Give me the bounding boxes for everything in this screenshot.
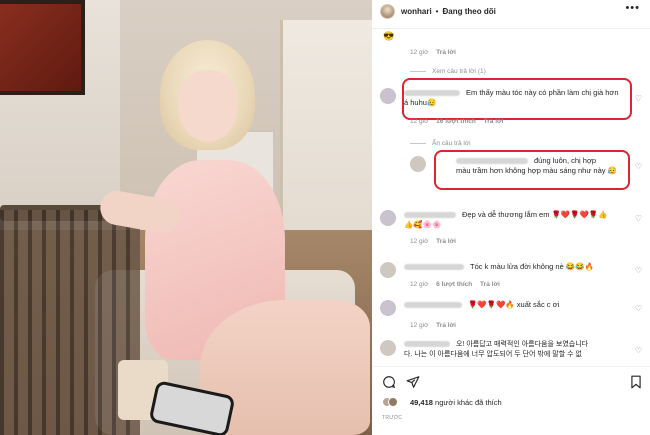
avatar[interactable]: [380, 300, 396, 316]
blurred-username: [404, 212, 456, 219]
comment-icon[interactable]: [382, 375, 396, 389]
likes-suffix: người khác đã thích: [435, 397, 502, 407]
heart-icon[interactable]: ♡: [635, 162, 642, 171]
share-icon[interactable]: [406, 375, 420, 389]
heart-icon[interactable]: ♡: [635, 214, 642, 223]
comment-time: 12 giờ: [410, 118, 429, 125]
post-photo[interactable]: [0, 0, 372, 435]
avatar[interactable]: [410, 156, 426, 172]
reply-link[interactable]: Trả lời: [436, 322, 456, 329]
avatar[interactable]: [380, 3, 395, 19]
comment-body: 오! 아름답고 매력적인 아름다움을 보였습니다 다. 나는 이 아름다움에 너…: [404, 340, 629, 360]
heart-icon[interactable]: ♡: [635, 304, 642, 313]
highlight-box: [434, 150, 630, 190]
comment-meta: 12 giờ 6 lượt thích Trả lời: [410, 281, 500, 288]
comment-body: Tóc k màu lửa đời không nè 😂😂🔥: [404, 262, 624, 272]
comment-meta: 12 giờ 16 lượt thích Trả lời: [410, 118, 503, 125]
photo-face: [178, 70, 238, 142]
comment-time: 12 giờ: [410, 281, 429, 288]
avatar[interactable]: [380, 210, 396, 226]
comment-meta: 12 giờ Trả lời: [410, 49, 456, 56]
comment-text: 🌹❤️🌹❤️🔥 xuất sắc c ơi: [468, 300, 560, 309]
blurred-username: [404, 341, 450, 348]
heart-icon[interactable]: ♡: [635, 94, 642, 103]
hide-replies-toggle[interactable]: Ẩn câu trả lời: [410, 140, 471, 147]
view-replies-label: Xem câu trả lời (1): [432, 68, 486, 75]
comment-emojis: 👍🥰🌸🌸: [404, 220, 442, 229]
list-item: 🌹❤️🌹❤️🔥 xuất sắc c ơi: [380, 300, 630, 316]
action-bar: [372, 366, 650, 396]
avatar[interactable]: [380, 262, 396, 278]
comment-time: 12 giờ: [410, 49, 429, 56]
comment-emoji: 😎: [383, 31, 395, 41]
comment-time: 12 giờ: [410, 322, 429, 329]
comments-panel: wonhari • Đang theo dõi ••• 😎 12 giờ Trả…: [372, 0, 650, 435]
comment-body: 🌹❤️🌹❤️🔥 xuất sắc c ơi: [404, 300, 624, 310]
likes-count[interactable]: 6 lượt thích: [436, 281, 472, 288]
username[interactable]: wonhari: [401, 7, 432, 16]
more-options-icon[interactable]: •••: [625, 2, 640, 14]
follow-status-button[interactable]: Đang theo dõi: [442, 7, 495, 16]
comment-text: 다. 나는 이 아름다움에 너무 압도되어 두 단어 밖에 말할 수 없: [404, 351, 582, 358]
comment-body: Đẹp và dễ thương lắm em 🌹❤️🌹❤️🌹👍 👍🥰🌸🌸: [404, 210, 624, 230]
highlight-box: [402, 78, 632, 120]
reply-link[interactable]: Trả lời: [480, 281, 500, 288]
blurred-username: [404, 264, 464, 271]
replies-line: [410, 71, 426, 72]
avatar: [388, 397, 398, 407]
comment-meta: 12 giờ Trả lời: [410, 238, 456, 245]
bookmark-icon[interactable]: [630, 375, 642, 389]
post-header: wonhari • Đang theo dõi •••: [372, 0, 650, 22]
avatar[interactable]: [380, 340, 396, 356]
reply-link[interactable]: Trả lời: [436, 49, 456, 56]
heart-icon[interactable]: ♡: [635, 266, 642, 275]
photo-painting: [0, 0, 85, 95]
view-replies-toggle[interactable]: Xem câu trả lời (1): [410, 68, 486, 75]
reply-link[interactable]: Trả lời: [484, 118, 504, 125]
likes-text[interactable]: 49,418 người khác đã thích: [410, 398, 502, 407]
like-count: 49,418: [410, 397, 433, 407]
separator-dot: •: [435, 6, 439, 16]
likes-summary: 49,418 người khác đã thích: [382, 397, 502, 407]
likes-count[interactable]: 16 lượt thích: [436, 118, 476, 125]
hide-replies-label: Ẩn câu trả lời: [432, 140, 471, 147]
comment-text: Đẹp và dễ thương lắm em 🌹❤️🌹❤️🌹👍: [462, 210, 608, 219]
comment-meta: 12 giờ Trả lời: [410, 322, 456, 329]
comment-text: 오! 아름답고 매력적인 아름다움을 보였습니다: [456, 341, 589, 348]
list-item: 오! 아름답고 매력적인 아름다움을 보였습니다 다. 나는 이 아름다움에 너…: [380, 340, 630, 360]
comment-text: Tóc k màu lửa đời không nè 😂😂🔥: [470, 262, 594, 271]
post-time: TRƯỚC: [382, 415, 403, 421]
list-item: Đẹp và dễ thương lắm em 🌹❤️🌹❤️🌹👍 👍🥰🌸🌸: [380, 210, 630, 230]
blurred-username: [404, 302, 462, 309]
comment-time: 12 giờ: [410, 238, 429, 245]
avatar[interactable]: [380, 88, 396, 104]
reply-link[interactable]: Trả lời: [436, 238, 456, 245]
list-item: Tóc k màu lửa đời không nè 😂😂🔥: [380, 262, 630, 278]
heart-icon[interactable]: ♡: [635, 346, 642, 355]
header-divider: [372, 28, 650, 29]
replies-line: [410, 143, 426, 144]
